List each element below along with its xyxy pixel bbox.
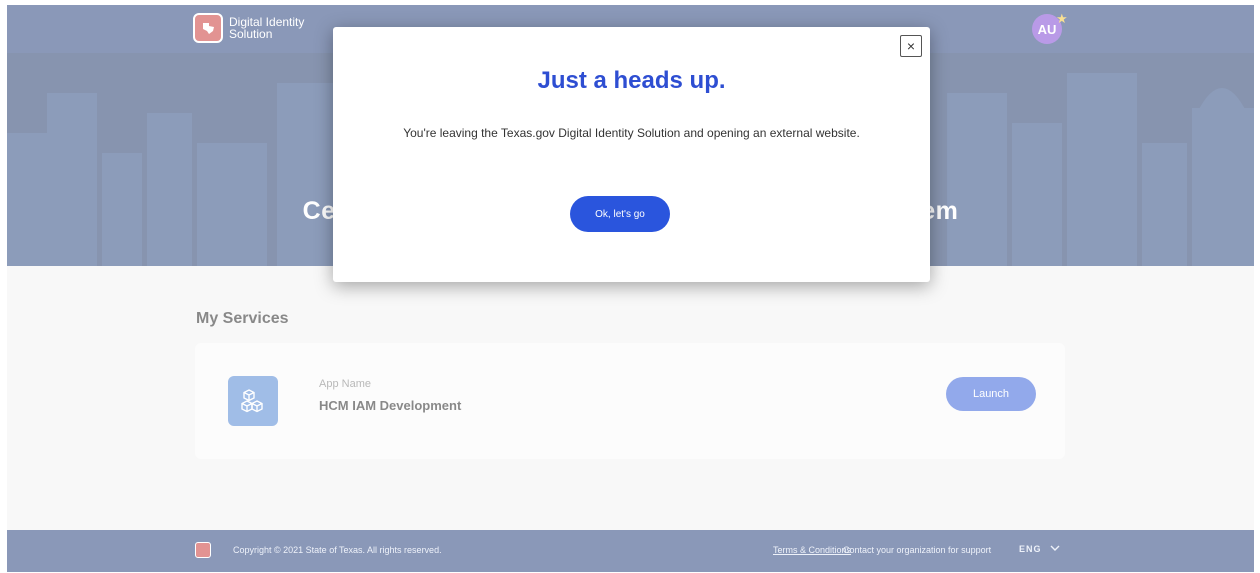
- confirm-button[interactable]: Ok, let's go: [570, 196, 670, 232]
- modal-message: You're leaving the Texas.gov Digital Ide…: [403, 126, 860, 140]
- modal-title: Just a heads up.: [537, 67, 726, 94]
- close-icon[interactable]: ×: [900, 35, 922, 57]
- external-link-modal: × Just a heads up. You're leaving the Te…: [333, 27, 930, 282]
- app-frame: Digital Identity Solution AU ★ My Servic…: [7, 5, 1254, 572]
